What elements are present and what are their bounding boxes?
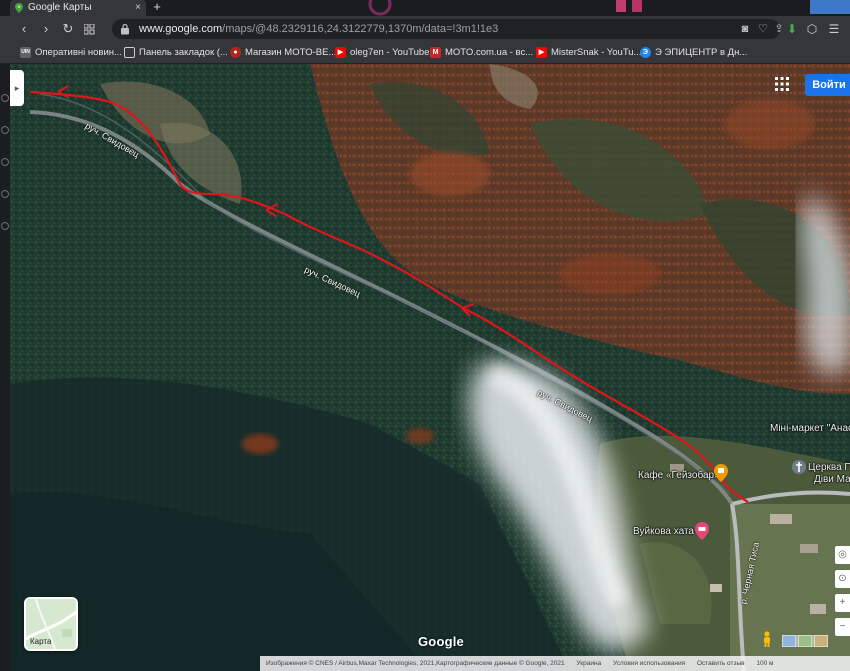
bookmark-item[interactable]: ЭЭ ЭПИЦЕНТР в Дн... xyxy=(640,42,747,64)
cube-icon[interactable]: ⬡ xyxy=(804,21,820,37)
poi-label-church-line2: Діви Мар xyxy=(814,474,850,485)
bookmark-item[interactable]: UIN Оперативні новин... xyxy=(20,42,122,64)
attribution-text: Изображения © CNES / Airbus,Maxar Techno… xyxy=(266,660,565,667)
zoom-out-icon[interactable]: − xyxy=(835,618,850,636)
pegman-icon[interactable] xyxy=(762,631,772,647)
tab-thumbnail-icon xyxy=(616,0,642,12)
feedback-link[interactable]: Оставить отзыв xyxy=(697,660,745,667)
terms-link[interactable]: Условия использования xyxy=(613,660,685,667)
tab-google-maps[interactable]: Google Карты × xyxy=(10,0,146,16)
country-link[interactable]: Украина xyxy=(576,660,601,667)
heart-icon[interactable]: ♡ xyxy=(756,22,770,36)
compass-icon[interactable]: ◎ xyxy=(835,546,850,564)
bookmark-item[interactable]: ▶ oleg7en - YouTube xyxy=(335,42,429,64)
forward-icon[interactable]: › xyxy=(38,21,54,37)
reload-icon[interactable]: ↻ xyxy=(60,21,76,37)
map-layer-toggle[interactable]: Карта xyxy=(24,597,78,651)
rail-icon[interactable] xyxy=(1,158,9,166)
tab-thumbnail-icon xyxy=(810,0,850,14)
youtube-icon: ▶ xyxy=(335,47,346,58)
close-tab-icon[interactable]: × xyxy=(135,0,141,16)
hotel-pin-icon[interactable] xyxy=(695,522,709,540)
tab-title: Google Карты xyxy=(28,2,92,13)
menu-icon[interactable]: ☰ xyxy=(826,21,842,37)
google-apps-icon[interactable] xyxy=(775,77,789,91)
browser-side-rail xyxy=(0,64,10,671)
imagery-thumbnails-icon[interactable] xyxy=(782,635,828,647)
signin-button[interactable]: Войти xyxy=(805,74,850,96)
church-icon[interactable] xyxy=(792,460,806,474)
browser-toolbar: ‹ › ↻ www.google.com/maps/@48.2329116,24… xyxy=(0,16,850,42)
grid-icon[interactable] xyxy=(84,24,95,35)
google-logo: Google xyxy=(418,634,464,649)
epicentr-icon: Э xyxy=(640,47,651,58)
uin-icon: UIN xyxy=(20,47,31,58)
rail-icon[interactable] xyxy=(1,126,9,134)
collapse-panel-button[interactable]: ▸ xyxy=(10,70,24,106)
poi-label-hut[interactable]: Вуйкова хата xyxy=(633,526,694,537)
bookmark-folder[interactable]: ▭Панель закладок (... xyxy=(124,42,228,64)
moto-be-icon: ● xyxy=(230,47,241,58)
new-tab-button[interactable]: + xyxy=(150,0,164,14)
rail-icon[interactable] xyxy=(1,94,9,102)
rail-icon[interactable] xyxy=(1,222,9,230)
bookmark-item[interactable]: M MOTO.com.ua - вс... xyxy=(430,42,533,64)
map-footer: Изображения © CNES / Airbus,Maxar Techno… xyxy=(260,656,850,671)
satellite-map[interactable]: руч. Свидовец руч. Свидовец руч. Свидове… xyxy=(10,64,850,671)
cafe-pin-icon[interactable] xyxy=(714,464,728,482)
camera-icon[interactable]: ◙ xyxy=(738,22,752,36)
poi-label-cafe[interactable]: Кафе «Гейзобар» xyxy=(638,470,720,481)
layer-label: Карта xyxy=(30,637,52,646)
bookmarks-bar: UINОперативні новин... ▭Панель закладок … xyxy=(0,42,850,64)
folder-icon: ▭ xyxy=(124,47,135,58)
address-bar[interactable]: www.google.com/maps/@48.2329116,24.31227… xyxy=(112,19,784,39)
bookmark-item[interactable]: ▶ MisterSnak - YouTu... xyxy=(536,42,641,64)
scale-bar[interactable]: 100 м xyxy=(756,660,773,667)
tab-bar: Google Карты × + xyxy=(0,0,850,16)
tab-thumbnail-icon xyxy=(368,0,392,16)
zoom-in-icon[interactable]: + xyxy=(835,594,850,612)
download-icon[interactable]: ⬇ xyxy=(784,21,800,37)
poi-label-market[interactable]: Міні-маркет "Анаст xyxy=(770,423,850,434)
my-location-icon[interactable]: ⊙ xyxy=(835,570,850,588)
moto-icon: M xyxy=(430,47,441,58)
back-icon[interactable]: ‹ xyxy=(16,21,32,37)
google-maps-icon xyxy=(15,3,23,13)
youtube-icon: ▶ xyxy=(536,47,547,58)
lock-icon xyxy=(121,23,129,35)
bookmark-item[interactable]: ● Магазин MOTO-BE... xyxy=(230,42,336,64)
poi-label-church[interactable]: Церква Пре xyxy=(808,462,850,473)
rail-icon[interactable] xyxy=(1,190,9,198)
url-text: www.google.com/maps/@48.2329116,24.31227… xyxy=(139,23,499,35)
